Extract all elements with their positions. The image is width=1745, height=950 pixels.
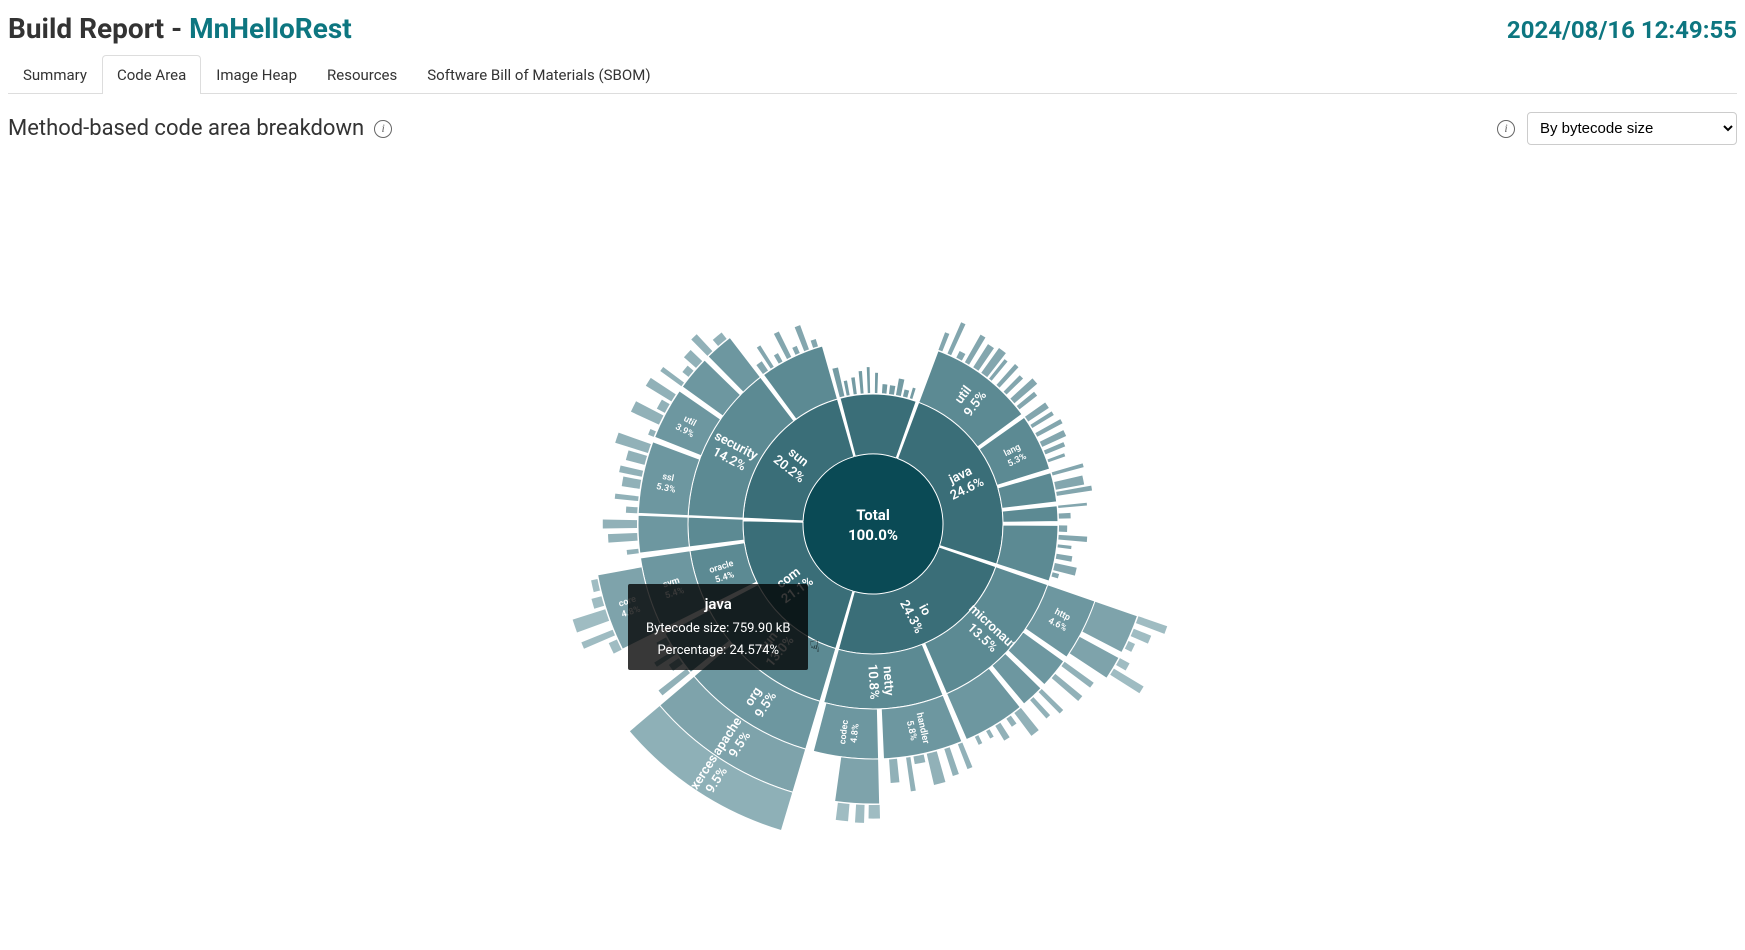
sunburst-chart[interactable]: Total100.0%java24.6%util9.5%lang5.3%io24… — [8, 149, 1737, 899]
tab-image-heap[interactable]: Image Heap — [201, 55, 312, 94]
tooltip-percent: Percentage: 24.574% — [646, 640, 790, 662]
section-controls: i By bytecode size — [1497, 112, 1737, 145]
tooltip-size: Bytecode size: 759.90 kB — [646, 618, 790, 640]
sort-select[interactable]: By bytecode size — [1527, 112, 1737, 145]
tab-summary[interactable]: Summary — [8, 55, 102, 94]
svg-text:Total: Total — [856, 506, 890, 524]
tab-bar: Summary Code Area Image Heap Resources S… — [8, 55, 1737, 94]
section-title-wrap: Method-based code area breakdown i — [8, 116, 392, 141]
svg-text:100.0%: 100.0% — [848, 526, 898, 544]
chart-tooltip: java Bytecode size: 759.90 kB Percentage… — [628, 584, 808, 670]
info-icon[interactable]: i — [1497, 120, 1515, 138]
sunburst-segment[interactable] — [638, 515, 689, 553]
project-name: MnHelloRest — [189, 12, 352, 45]
sunburst-segment[interactable] — [834, 757, 879, 804]
sunburst-segment[interactable] — [813, 703, 878, 759]
tab-resources[interactable]: Resources — [312, 55, 412, 94]
tab-sbom[interactable]: Software Bill of Materials (SBOM) — [412, 55, 665, 94]
tooltip-title: java — [646, 592, 790, 618]
title-prefix: Build Report - — [8, 12, 189, 45]
info-icon[interactable]: i — [374, 120, 392, 138]
page-title: Build Report - MnHelloRest — [8, 12, 352, 45]
page-header: Build Report - MnHelloRest 2024/08/16 12… — [8, 8, 1737, 55]
sunburst-segment[interactable] — [823, 644, 942, 709]
section-header: Method-based code area breakdown i i By … — [8, 94, 1737, 149]
tab-code-area[interactable]: Code Area — [102, 55, 201, 94]
sunburst-segment[interactable] — [1002, 506, 1058, 523]
section-title: Method-based code area breakdown — [8, 116, 364, 141]
sunburst-center[interactable] — [803, 454, 943, 594]
sunburst-segment[interactable] — [688, 517, 744, 547]
build-timestamp: 2024/08/16 12:49:55 — [1507, 16, 1737, 44]
